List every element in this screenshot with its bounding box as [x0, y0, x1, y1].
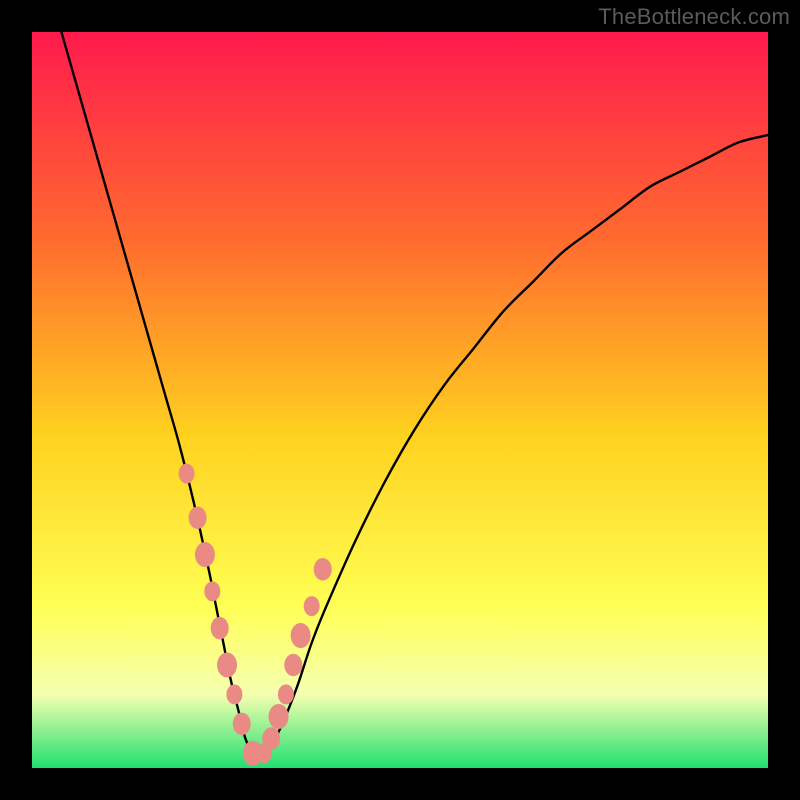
- gradient-background: [32, 32, 768, 768]
- highlight-marker: [233, 713, 251, 736]
- chart-svg: [32, 32, 768, 768]
- highlight-marker: [204, 581, 220, 601]
- highlight-marker: [291, 623, 311, 648]
- highlight-marker: [226, 684, 242, 704]
- highlight-marker: [284, 654, 302, 677]
- highlight-marker: [304, 596, 320, 616]
- highlight-marker: [269, 704, 289, 729]
- highlight-marker: [189, 507, 207, 530]
- highlight-marker: [179, 464, 195, 484]
- highlight-marker: [211, 617, 229, 640]
- highlight-marker: [262, 727, 280, 750]
- chart-plot-area: [32, 32, 768, 768]
- highlight-marker: [217, 652, 237, 677]
- watermark-text: TheBottleneck.com: [598, 4, 790, 30]
- highlight-marker: [314, 558, 332, 581]
- highlight-marker: [195, 542, 215, 567]
- chart-frame: TheBottleneck.com: [0, 0, 800, 800]
- highlight-marker: [278, 684, 294, 704]
